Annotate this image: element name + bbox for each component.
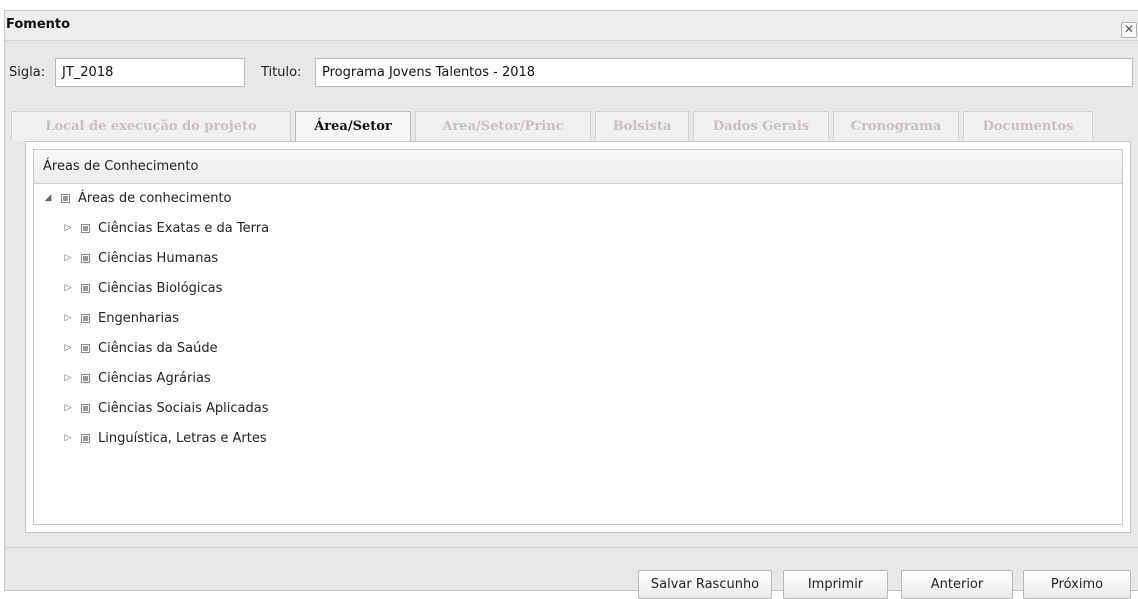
proximo-button[interactable]: Próximo [1023, 570, 1131, 599]
dialog-titlebar: Fomento ✕ [5, 11, 1138, 41]
tree-root-row[interactable]: ◢ Áreas de conhecimento [41, 187, 232, 209]
tree-item-label[interactable]: Ciências Sociais Aplicadas [98, 401, 268, 416]
tree-item-label[interactable]: Linguística, Letras e Artes [98, 431, 267, 446]
titulo-input[interactable]: Programa Jovens Talentos - 2018 [315, 58, 1133, 87]
expand-arrow-icon[interactable]: ▷ [61, 433, 75, 443]
tree-node-icon [81, 433, 90, 443]
titulo-label: Titulo: [261, 65, 302, 80]
footer-divider [5, 547, 1138, 548]
expand-arrow-icon[interactable]: ▷ [61, 283, 75, 293]
tree-item-label[interactable]: Ciências Exatas e da Terra [98, 221, 269, 236]
close-icon[interactable]: ✕ [1121, 22, 1137, 38]
tree-node-icon [61, 193, 70, 203]
tree-item-label[interactable]: Ciências da Saúde [98, 341, 218, 356]
tree-item-ciencias-sociais[interactable]: ▷ Ciências Sociais Aplicadas [61, 397, 269, 419]
salvar-rascunho-button[interactable]: Salvar Rascunho [638, 570, 772, 599]
sigla-input[interactable]: JT_2018 [55, 58, 245, 87]
tree-root-label[interactable]: Áreas de conhecimento [78, 191, 232, 206]
tree-node-icon [81, 403, 90, 413]
tab-local-execucao[interactable]: Local de execução do projeto [11, 111, 291, 141]
tree-item-label[interactable]: Ciências Humanas [98, 251, 218, 266]
imprimir-button[interactable]: Imprimir [783, 570, 888, 599]
tree-item-label[interactable]: Ciências Agrárias [98, 371, 211, 386]
expand-arrow-icon[interactable]: ▷ [61, 253, 75, 263]
expand-arrow-icon[interactable]: ▷ [61, 223, 75, 233]
tree-node-icon [81, 313, 90, 323]
tree-node-icon [81, 223, 90, 233]
expand-arrow-icon[interactable]: ▷ [61, 343, 75, 353]
expand-arrow-icon[interactable]: ▷ [61, 313, 75, 323]
tree-node-icon [81, 283, 90, 293]
tree-node-icon [81, 373, 90, 383]
tab-area-setor-princ[interactable]: Area/Setor/Princ [415, 111, 591, 141]
expand-arrow-icon[interactable]: ▷ [61, 373, 75, 383]
sigla-label: Sigla: [9, 65, 46, 80]
fomento-dialog: Fomento ✕ Sigla: JT_2018 Titulo: Program… [4, 10, 1138, 599]
areas-conhecimento-tree: Áreas de Conhecimento ◢ Áreas de conheci… [33, 149, 1123, 525]
tree-item-label[interactable]: Ciências Biológicas [98, 281, 222, 296]
tab-documentos[interactable]: Documentos [963, 111, 1093, 141]
tree-item-ciencias-saude[interactable]: ▷ Ciências da Saúde [61, 337, 218, 359]
tree-node-icon [81, 343, 90, 353]
tree-item-linguistica[interactable]: ▷ Linguística, Letras e Artes [61, 427, 267, 449]
collapse-arrow-icon[interactable]: ◢ [41, 193, 55, 203]
tree-item-ciencias-exatas[interactable]: ▷ Ciências Exatas e da Terra [61, 217, 270, 239]
anterior-button[interactable]: Anterior [901, 570, 1013, 599]
tab-cronograma[interactable]: Cronograma [833, 111, 959, 141]
tab-dados-gerais[interactable]: Dados Gerais [693, 111, 829, 141]
tree-node-icon [81, 253, 90, 263]
tab-area-setor[interactable]: Área/Setor [295, 111, 411, 142]
tree-item-engenharias[interactable]: ▷ Engenharias [61, 307, 179, 329]
expand-arrow-icon[interactable]: ▷ [61, 403, 75, 413]
area-setor-panel: Áreas de Conhecimento ◢ Áreas de conheci… [25, 141, 1131, 533]
tab-bolsista[interactable]: Bolsista [595, 111, 689, 141]
tree-item-label[interactable]: Engenharias [98, 311, 179, 326]
tree-header: Áreas de Conhecimento [34, 150, 1122, 184]
tree-item-ciencias-humanas[interactable]: ▷ Ciências Humanas [61, 247, 219, 269]
tree-item-ciencias-biologicas[interactable]: ▷ Ciências Biológicas [61, 277, 223, 299]
dialog-title: Fomento [6, 17, 71, 32]
tree-item-ciencias-agrarias[interactable]: ▷ Ciências Agrárias [61, 367, 211, 389]
